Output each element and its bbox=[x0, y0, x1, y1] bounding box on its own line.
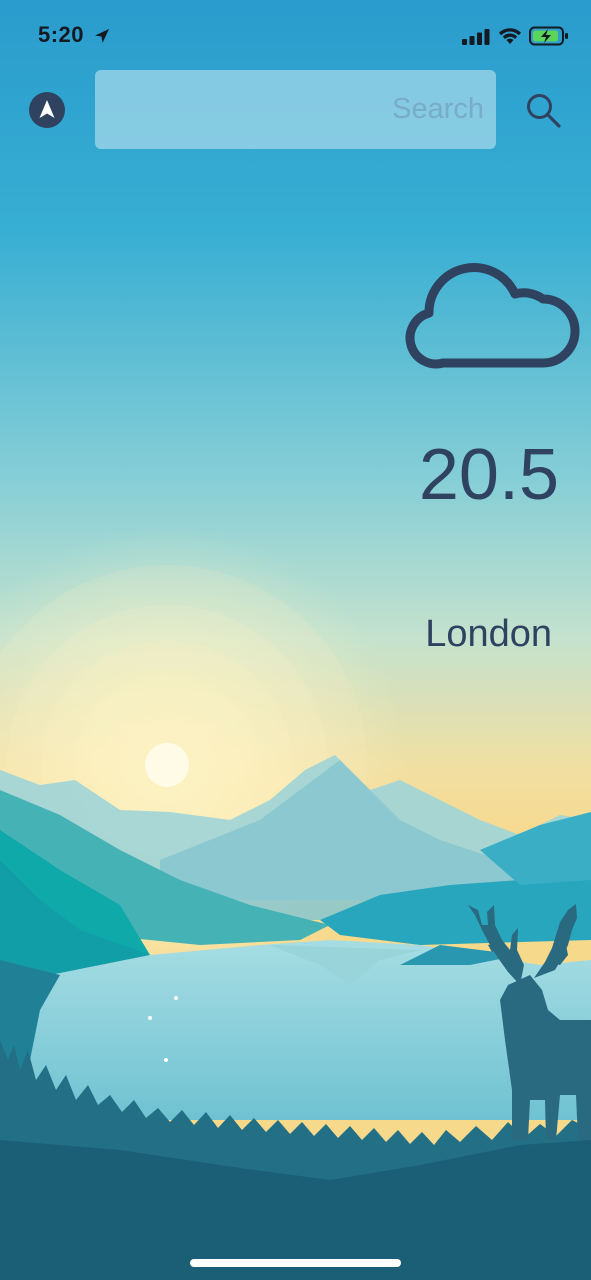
status-time: 5:20 bbox=[38, 22, 85, 47]
cellular-signal-icon bbox=[462, 29, 490, 45]
battery-charging-icon bbox=[529, 26, 568, 46]
search-icon[interactable] bbox=[524, 91, 562, 129]
navigation-arrow-icon bbox=[39, 100, 55, 118]
cloud-icon bbox=[405, 263, 580, 369]
status-bar: 5:20 bbox=[0, 0, 591, 70]
navigation-button[interactable] bbox=[29, 92, 65, 128]
temperature-value: 20.5 bbox=[418, 435, 559, 515]
wifi-icon bbox=[499, 28, 521, 44]
search-input[interactable] bbox=[95, 70, 496, 149]
location-arrow-icon bbox=[95, 29, 109, 43]
home-indicator[interactable] bbox=[190, 1259, 401, 1267]
city-name: London bbox=[425, 613, 552, 655]
